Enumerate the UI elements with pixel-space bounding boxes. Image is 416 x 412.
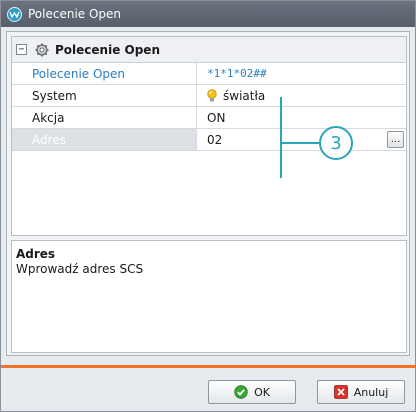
property-row-akcja[interactable]: Akcja ON	[12, 107, 406, 129]
dialog-content: − Polecenie Open Polecenie Open *1*1*02#…	[6, 31, 410, 356]
property-name: Polecenie Open	[12, 63, 197, 84]
cancel-button-label: Anuluj	[353, 385, 389, 399]
cancel-button[interactable]: Anuluj	[317, 380, 405, 404]
light-bulb-icon	[207, 88, 217, 103]
window-title: Polecenie Open	[28, 7, 122, 21]
property-name: Akcja	[12, 107, 197, 128]
app-logo-icon	[7, 6, 22, 22]
dialog-window: Polecenie Open − Polecenie Open Poleceni…	[0, 0, 416, 412]
property-value[interactable]: 02 ...	[197, 129, 406, 150]
callout-number-badge: 3	[319, 126, 353, 160]
description-panel: Adres Wprowadź adres SCS	[11, 240, 407, 353]
callout-bracket-line	[280, 97, 282, 178]
property-name: System	[12, 85, 197, 106]
gear-icon	[35, 43, 49, 57]
property-row-system[interactable]: System światła	[12, 85, 406, 107]
description-text: Wprowadź adres SCS	[16, 262, 144, 276]
property-value[interactable]: światła	[197, 85, 406, 106]
property-value-text: światła	[223, 88, 266, 103]
property-value[interactable]: *1*1*02##	[197, 63, 406, 84]
check-icon	[234, 385, 248, 399]
description-title: Adres	[16, 247, 56, 261]
ok-button[interactable]: OK	[208, 380, 296, 404]
ok-button-label: OK	[254, 385, 270, 399]
property-value-text: 02	[207, 132, 223, 147]
title-bar[interactable]: Polecenie Open	[1, 1, 415, 27]
close-icon	[333, 385, 348, 399]
property-value[interactable]: ON	[197, 107, 406, 128]
property-group-title: Polecenie Open	[55, 42, 160, 57]
property-group-header[interactable]: − Polecenie Open	[12, 37, 406, 63]
browse-button[interactable]: ...	[387, 131, 404, 148]
property-row-polecenie[interactable]: Polecenie Open *1*1*02##	[12, 63, 406, 85]
property-name: Adres	[12, 129, 197, 150]
callout-connector-line	[280, 142, 320, 144]
collapse-toggle[interactable]: −	[16, 44, 27, 55]
footer-accent-line	[1, 365, 415, 368]
